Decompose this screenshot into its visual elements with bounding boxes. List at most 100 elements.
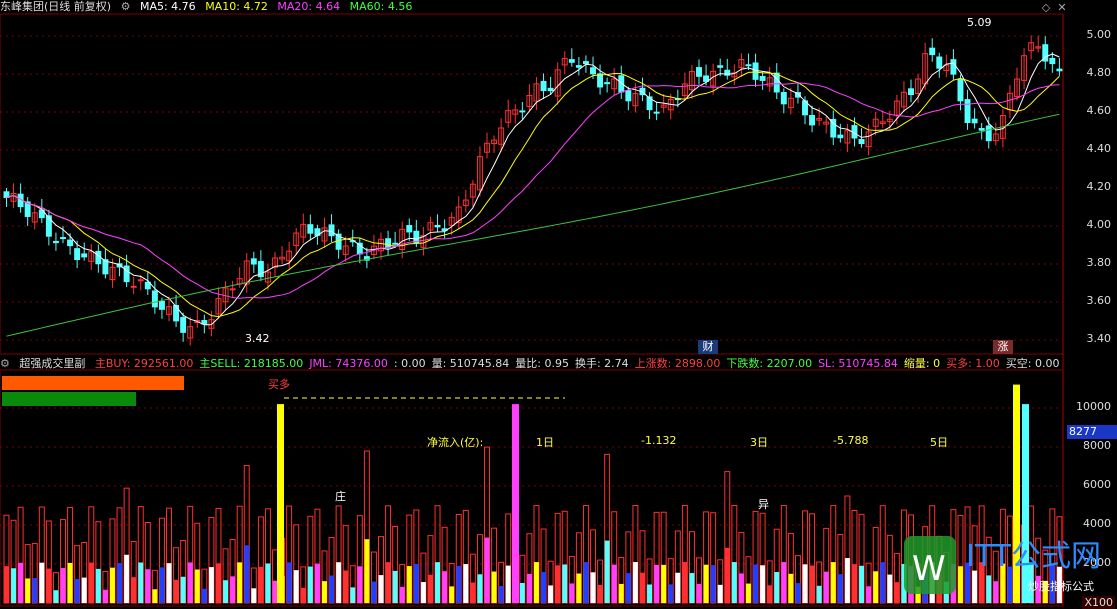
- watermark-subtext: 炒股指标公式: [1028, 579, 1094, 593]
- volume-bar-fill: [774, 572, 780, 603]
- zhuang-label: 庄: [335, 490, 346, 503]
- candle-body: [582, 61, 589, 65]
- candle-body: [547, 87, 554, 92]
- volume-bar-fill: [343, 570, 349, 603]
- price-tick: 3.80: [1086, 256, 1112, 269]
- price-tick: 4.80: [1086, 66, 1112, 79]
- candle-body: [773, 72, 780, 93]
- volume-bar-fill: [208, 567, 214, 603]
- volume-bar-fill: [618, 583, 624, 603]
- volume-bar-fill: [859, 565, 865, 603]
- candle-body: [568, 59, 575, 63]
- volume-bar-fill: [124, 554, 130, 603]
- volume-bar-fill: [307, 566, 313, 603]
- volume-bar-fill: [753, 564, 759, 603]
- volume-bar-fill: [632, 562, 638, 603]
- price-tick: 5.00: [1086, 28, 1112, 41]
- volume-bar-fill: [95, 568, 101, 603]
- volume-bar-fill: [399, 586, 405, 603]
- volume-bar-fill: [329, 575, 335, 603]
- candle-body: [180, 317, 187, 333]
- volume-bar-fill: [731, 562, 737, 603]
- volume-bar-fill: [145, 569, 151, 603]
- candle-body: [929, 47, 936, 56]
- volume-bar-fill: [823, 571, 829, 603]
- candle-body: [307, 224, 314, 234]
- candle-body: [950, 59, 957, 75]
- candle-body: [158, 300, 165, 310]
- candle-body: [45, 215, 52, 237]
- candle-body: [957, 78, 964, 102]
- volume-bar-fill: [201, 588, 207, 603]
- volume-bar-fill: [117, 563, 123, 603]
- volume-bar-fill: [463, 564, 469, 603]
- volume-bar-fill: [456, 565, 462, 603]
- volume-bar-fill: [53, 590, 59, 603]
- volume-bar-fill: [562, 564, 568, 603]
- volume-bar-fill: [873, 571, 879, 603]
- candle-body: [809, 115, 816, 126]
- volume-bar-fill: [32, 578, 38, 603]
- volume-bar-fill: [413, 563, 419, 603]
- volume-bar-fill: [534, 562, 539, 603]
- volume-bar-fill: [385, 562, 391, 603]
- volume-bar-fill: [470, 582, 476, 603]
- candle-body: [696, 67, 702, 77]
- candle-body: [653, 111, 660, 114]
- volume-bar-fill: [675, 572, 681, 603]
- volume-bar-fill: [173, 579, 179, 603]
- volume-bar-fill: [569, 583, 575, 603]
- volume-spike: [277, 404, 284, 603]
- volume-bar-fill: [541, 571, 547, 603]
- finance-tag[interactable]: 财: [698, 340, 718, 354]
- volume-bar-fill: [590, 572, 596, 603]
- price-tick: 4.00: [1086, 218, 1112, 231]
- net-inflow-label: 净流入(亿):: [427, 436, 484, 449]
- sell-strength-bar: [2, 392, 136, 406]
- price-tick: 3.60: [1086, 294, 1112, 307]
- volume-bar-fill: [555, 565, 561, 603]
- volume-bar-fill: [696, 584, 702, 603]
- limit-up-tag[interactable]: 涨: [993, 340, 1013, 354]
- candle-body: [858, 139, 865, 145]
- volume-bar-fill: [223, 580, 229, 603]
- volume-bar-fill: [152, 589, 158, 603]
- candle-body: [745, 64, 752, 67]
- volume-bar-fill: [809, 565, 815, 603]
- volume-bar-fill: [314, 563, 320, 603]
- volume-bar-fill: [654, 564, 660, 603]
- candle-body: [625, 90, 632, 102]
- candle-body: [575, 65, 582, 68]
- candle-body: [67, 239, 74, 247]
- volume-bar-fill: [166, 563, 172, 603]
- volume-bar-fill: [230, 576, 236, 603]
- day1-value: -1.132: [641, 434, 677, 447]
- volume-bar-fill: [25, 578, 31, 603]
- volume-bar-fill: [866, 586, 872, 603]
- volume-bar-fill: [258, 566, 264, 603]
- volume-bar-fill: [293, 570, 299, 603]
- volume-spike: [512, 404, 519, 603]
- volume-bar-fill: [604, 540, 610, 603]
- volume-bar-fill: [498, 585, 504, 603]
- volume-bar-fill: [378, 575, 384, 603]
- volume-bar-fill: [746, 583, 751, 603]
- volume-bar-fill: [449, 586, 455, 603]
- volume-bar-fill: [837, 574, 843, 603]
- candle-body: [717, 65, 724, 68]
- candle-body: [971, 118, 978, 124]
- volume-bar-fill: [357, 566, 363, 603]
- volume-bar-fill: [392, 570, 398, 603]
- volume-bar-fill: [194, 569, 200, 603]
- volume-bar-fill: [110, 567, 115, 603]
- candle-body: [95, 250, 102, 265]
- day3-value: -5.788: [833, 434, 869, 447]
- volume-bar-fill: [724, 547, 730, 603]
- day3-label: 3日: [750, 436, 768, 449]
- volume-bar-fill: [74, 578, 80, 603]
- high-price-label: 5.09: [967, 16, 992, 29]
- volume-bar-fill: [583, 562, 589, 603]
- volume-bar-fill: [39, 562, 45, 603]
- kline-chart[interactable]: [0, 0, 1117, 609]
- volume-bar-fill: [67, 562, 73, 603]
